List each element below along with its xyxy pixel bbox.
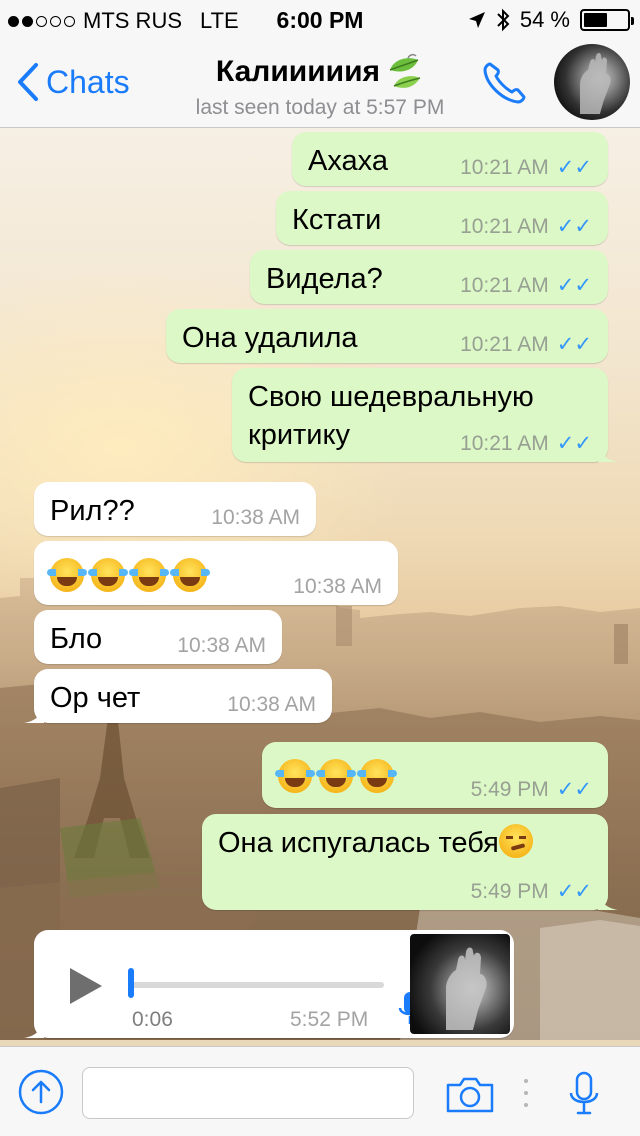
read-ticks-icon: ✓✓ [556, 880, 592, 903]
location-arrow-icon [468, 12, 485, 28]
voice-message-bubble[interactable]: 0:06 5:52 PM [24, 930, 514, 1038]
message-time: 10:21 AM [460, 214, 549, 238]
call-button[interactable] [480, 58, 530, 113]
message-time: 10:21 AM [460, 431, 549, 455]
read-ticks-icon: ✓✓ [556, 274, 592, 297]
message-text: Ахаха [308, 145, 388, 177]
hand-photo-icon [580, 53, 611, 114]
read-ticks-icon: ✓✓ [556, 215, 592, 238]
message-bubble-outgoing[interactable]: Свою шедевральную критику 10:21 AM ✓✓ [232, 368, 618, 462]
back-button-label: Chats [46, 63, 130, 100]
message-bubble-incoming[interactable]: Бло 10:38 AM [34, 610, 282, 664]
microphone-icon[interactable] [568, 1071, 600, 1117]
message-time: 10:21 AM [460, 155, 549, 179]
read-ticks-icon: ✓✓ [556, 778, 592, 801]
message-text: Она удалила [182, 322, 358, 354]
chevron-left-icon [18, 63, 38, 101]
message-time: 10:38 AM [177, 634, 266, 657]
sender-avatar [410, 934, 510, 1034]
read-ticks-icon: ✓✓ [556, 432, 592, 455]
message-time: 10:38 AM [211, 506, 300, 529]
message-bubble-outgoing[interactable]: Она удалила 10:21 AM ✓✓ [166, 309, 608, 363]
voice-progress-handle[interactable] [128, 968, 134, 998]
message-time: 10:21 AM [460, 332, 549, 356]
message-text: Видела? [266, 263, 383, 295]
message-text-line: Свою шедевральную [248, 381, 534, 413]
message-emoji [47, 555, 214, 593]
separator-dots [524, 1079, 528, 1107]
bubble-tail [598, 890, 618, 910]
contact-title[interactable]: Калииииия last seen today at 5:57 PM [140, 52, 500, 120]
message-input[interactable] [82, 1067, 414, 1119]
read-ticks-icon: ✓✓ [556, 333, 592, 356]
battery-icon [580, 9, 634, 31]
message-bubble-incoming[interactable]: 10:38 AM [34, 541, 398, 605]
last-seen-status: last seen today at 5:57 PM [195, 96, 445, 119]
tears-of-joy-emoji-icon [170, 558, 210, 593]
smirk-emoji-icon [498, 824, 533, 858]
voice-duration: 0:06 [132, 1008, 173, 1031]
hand-photo-icon [446, 947, 487, 1030]
contact-avatar[interactable] [554, 44, 630, 120]
tears-of-joy-emoji-icon [316, 759, 356, 794]
tears-of-joy-emoji-icon [47, 558, 87, 593]
message-text: Рил?? [50, 495, 135, 527]
message-bubble-outgoing[interactable]: 5:49 PM ✓✓ [262, 742, 608, 808]
message-time: 5:49 PM [470, 777, 549, 801]
input-bar [0, 1046, 640, 1136]
phone-icon [483, 62, 526, 104]
message-bubble-outgoing[interactable]: Она испугалась тебя 5:49 PM ✓✓ [202, 814, 618, 910]
message-bubble-outgoing[interactable]: Кстати 10:21 AM ✓✓ [276, 191, 608, 245]
voice-progress-track[interactable] [130, 982, 384, 988]
bubble-tail [24, 1018, 44, 1038]
bubble-tail [598, 442, 618, 462]
message-text: Она испугалась тебя [218, 827, 499, 859]
chat-header: Chats Калииииия last seen today at 5:57 … [0, 40, 640, 128]
message-time: 5:49 PM [470, 879, 549, 903]
message-time: 10:21 AM [460, 273, 549, 297]
tears-of-joy-emoji-icon [275, 759, 315, 794]
tears-of-joy-emoji-icon [88, 558, 128, 593]
message-text: Ор чет [50, 682, 141, 714]
tears-of-joy-emoji-icon [357, 759, 397, 794]
attach-upload-icon[interactable] [18, 1069, 64, 1115]
message-time: 10:38 AM [227, 693, 316, 716]
message-time: 5:52 PM [290, 1008, 369, 1031]
tears-of-joy-emoji-icon [129, 558, 169, 593]
play-icon[interactable] [68, 966, 104, 1006]
contact-name: Калииииия [215, 55, 381, 88]
back-button[interactable]: Chats [16, 62, 130, 102]
status-bar: MTS RUS LTE 6:00 PM 54 % [0, 0, 640, 40]
bluetooth-icon [497, 8, 510, 32]
message-bubble-outgoing[interactable]: Видела? 10:21 AM ✓✓ [250, 250, 608, 304]
message-time: 10:38 AM [293, 575, 382, 598]
message-bubble-incoming[interactable]: Рил?? 10:38 AM [34, 482, 316, 536]
message-emoji [275, 756, 401, 794]
read-ticks-icon: ✓✓ [556, 156, 592, 179]
message-text: Кстати [292, 204, 382, 236]
message-text: Бло [50, 623, 103, 655]
camera-icon[interactable] [444, 1075, 496, 1115]
message-bubble-incoming[interactable]: Ор чет 10:38 AM [24, 669, 332, 723]
battery-percentage: 54 % [519, 7, 570, 32]
bubble-tail [24, 703, 44, 723]
leaves-emoji-icon [389, 53, 421, 88]
message-bubble-outgoing[interactable]: Ахаха 10:21 AM ✓✓ [292, 132, 608, 186]
